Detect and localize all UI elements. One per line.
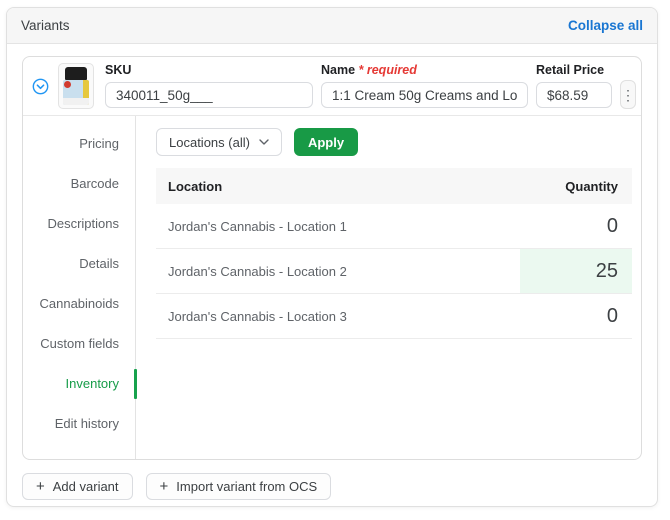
footer-actions: + Add variant + Import variant from OCS bbox=[22, 473, 642, 500]
plus-icon: + bbox=[160, 479, 169, 494]
required-indicator: * required bbox=[359, 63, 417, 77]
tab-edit-history[interactable]: Edit history bbox=[23, 404, 135, 444]
page-title: Variants bbox=[21, 18, 70, 33]
thumbnail-jar-lid bbox=[65, 67, 87, 80]
thumbnail-jar-label bbox=[63, 80, 89, 105]
tab-details[interactable]: Details bbox=[23, 244, 135, 284]
panel-header: Variants Collapse all bbox=[7, 8, 657, 44]
column-header-quantity: Quantity bbox=[520, 168, 632, 204]
quantity-cell-highlighted[interactable]: 25 bbox=[520, 249, 632, 293]
variant-menu-button[interactable]: ⋮ bbox=[620, 80, 636, 109]
sku-label: SKU bbox=[105, 64, 313, 77]
location-cell: Jordan's Cannabis - Location 2 bbox=[156, 249, 520, 293]
name-label-text: Name bbox=[321, 63, 355, 77]
inventory-pane: Locations (all) Apply Location Quantity bbox=[136, 116, 641, 459]
location-cell: Jordan's Cannabis - Location 3 bbox=[156, 294, 520, 338]
retail-price-label: Retail Price bbox=[536, 64, 612, 77]
thumbnail-logo-dot bbox=[64, 81, 71, 88]
name-field-group: Name * required bbox=[321, 64, 528, 108]
collapse-all-link[interactable]: Collapse all bbox=[568, 18, 643, 33]
table-header-row: Location Quantity bbox=[156, 168, 632, 204]
import-variant-button[interactable]: + Import variant from OCS bbox=[146, 473, 332, 500]
quantity-cell[interactable]: 0 bbox=[520, 204, 632, 248]
plus-icon: + bbox=[36, 479, 45, 494]
inventory-controls: Locations (all) Apply bbox=[156, 128, 632, 156]
table-row: Jordan's Cannabis - Location 1 0 bbox=[156, 204, 632, 249]
column-header-location: Location bbox=[156, 168, 520, 204]
sku-field-group: SKU bbox=[105, 64, 313, 108]
quantity-cell[interactable]: 0 bbox=[520, 294, 632, 338]
panel-body: SKU Name * required Retail Price ⋮ P bbox=[7, 44, 657, 507]
tab-cannabinoids[interactable]: Cannabinoids bbox=[23, 284, 135, 324]
locations-filter-dropdown[interactable]: Locations (all) bbox=[156, 128, 282, 156]
name-input[interactable] bbox=[321, 82, 528, 108]
table-row: Jordan's Cannabis - Location 2 25 bbox=[156, 249, 632, 294]
name-label: Name * required bbox=[321, 64, 528, 77]
import-variant-label: Import variant from OCS bbox=[176, 479, 317, 494]
apply-button[interactable]: Apply bbox=[294, 128, 358, 156]
add-variant-label: Add variant bbox=[53, 479, 119, 494]
variant-card: SKU Name * required Retail Price ⋮ P bbox=[22, 56, 642, 460]
tab-descriptions[interactable]: Descriptions bbox=[23, 204, 135, 244]
tab-inventory[interactable]: Inventory bbox=[23, 364, 135, 404]
add-variant-button[interactable]: + Add variant bbox=[22, 473, 133, 500]
chevron-down-icon bbox=[259, 139, 269, 145]
locations-filter-value: Locations (all) bbox=[169, 135, 250, 150]
retail-price-field-group: Retail Price bbox=[536, 64, 612, 108]
retail-price-input[interactable] bbox=[536, 82, 612, 108]
expand-chevron-icon[interactable] bbox=[32, 78, 49, 95]
tab-pricing[interactable]: Pricing bbox=[23, 124, 135, 164]
tab-custom-fields[interactable]: Custom fields bbox=[23, 324, 135, 364]
thumbnail-bottom-band bbox=[63, 98, 89, 105]
tab-barcode[interactable]: Barcode bbox=[23, 164, 135, 204]
variants-panel: Variants Collapse all SK bbox=[6, 7, 658, 507]
product-thumbnail[interactable] bbox=[58, 63, 94, 109]
table-row: Jordan's Cannabis - Location 3 0 bbox=[156, 294, 632, 339]
inventory-table: Location Quantity Jordan's Cannabis - Lo… bbox=[156, 168, 632, 339]
kebab-menu-icon: ⋮ bbox=[621, 88, 635, 102]
location-cell: Jordan's Cannabis - Location 1 bbox=[156, 204, 520, 248]
variant-tabs-sidebar: Pricing Barcode Descriptions Details Can… bbox=[23, 116, 136, 459]
sku-input[interactable] bbox=[105, 82, 313, 108]
variant-body: Pricing Barcode Descriptions Details Can… bbox=[23, 116, 641, 459]
variant-header-row: SKU Name * required Retail Price ⋮ bbox=[23, 57, 641, 116]
table-body: Jordan's Cannabis - Location 1 0 Jordan'… bbox=[156, 204, 632, 339]
